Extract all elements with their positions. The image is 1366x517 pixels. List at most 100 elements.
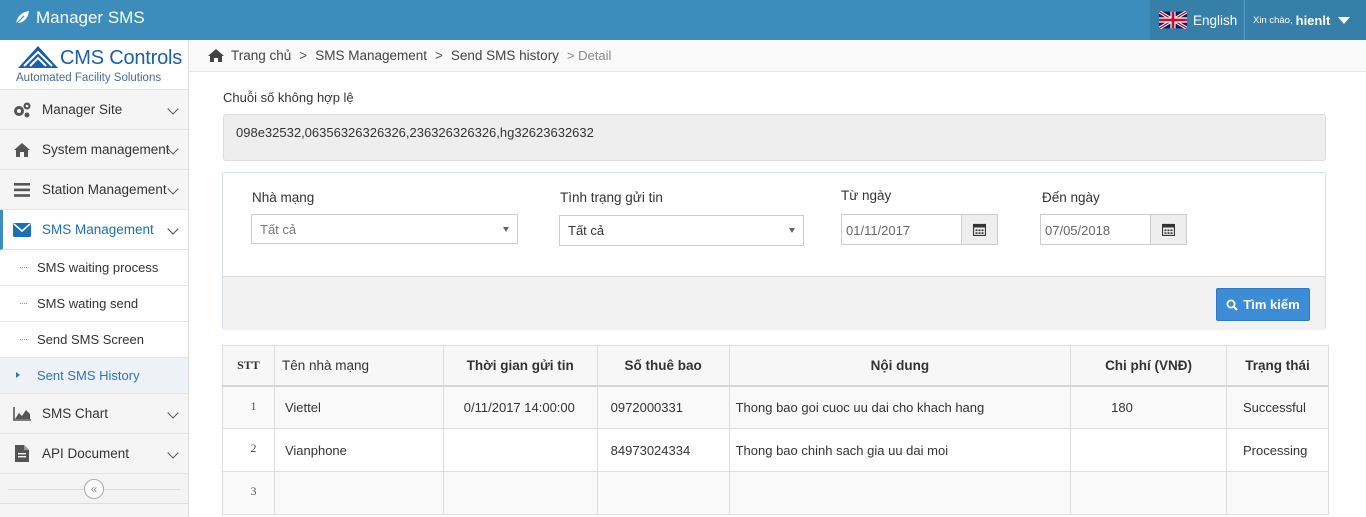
to-date-label: Đến ngày <box>1042 190 1100 205</box>
network-select-value: Tất cả <box>260 222 297 237</box>
sidebar-subitem-sent-sms-history[interactable]: Sent SMS History <box>0 358 188 394</box>
invalid-numbers-value: 098e32532,06356326326326,236326326326,hg… <box>236 125 594 140</box>
breadcrumb-sms-management[interactable]: SMS Management <box>315 48 427 63</box>
company-logo: CMS Controls Automated Facility Solution… <box>0 40 188 90</box>
sidebar-subitem-send-sms-screen[interactable]: Send SMS Screen <box>0 322 188 358</box>
sidebar-item-label: API Document <box>42 446 130 461</box>
filter-panel: Nhà mạng Tất cả Tình trạng gửi tin Tất c… <box>222 172 1326 330</box>
sidebar-item-label: Station Management <box>42 182 167 197</box>
envelope-icon <box>12 221 32 239</box>
invalid-numbers-box: 098e32532,06356326326326,236326326326,hg… <box>223 114 1326 161</box>
sidebar-item-label: SMS Chart <box>42 406 109 421</box>
sidebar-subitem-label: SMS wating send <box>37 296 139 311</box>
sidebar-item-station-management[interactable]: Station Management <box>0 170 188 210</box>
home-icon <box>208 49 224 62</box>
cell-stt: 1 <box>222 385 275 429</box>
sidebar-item-api-document[interactable]: API Document <box>0 434 188 474</box>
double-chevron-left-icon[interactable]: « <box>84 478 104 499</box>
from-date-input[interactable]: 01/11/2017 <box>841 214 998 245</box>
cell-network: Viettel <box>273 385 444 429</box>
logo-name: CMS Controls <box>60 47 183 69</box>
select-arrow-icon <box>789 228 795 233</box>
status-select-value: Tất cả <box>568 223 605 238</box>
breadcrumb-current: > Detail <box>566 48 612 63</box>
sidebar-subitem-sms-waiting-process[interactable]: SMS waiting process <box>0 250 188 286</box>
sidebar-subitem-label: SMS waiting process <box>37 260 159 275</box>
cell-cost: 180 <box>1070 385 1227 429</box>
network-select[interactable]: Tất cả <box>251 214 518 244</box>
sidebar-subitem-label: Send SMS Screen <box>37 332 144 347</box>
search-icon <box>1226 299 1239 311</box>
uk-flag-icon <box>1159 11 1187 29</box>
invalid-numbers-label: Chuỗi số không hợp lệ <box>223 90 354 105</box>
column-header-content[interactable]: Nội dung <box>728 345 1072 387</box>
chevron-down-icon <box>167 223 179 235</box>
cell-cost <box>1070 428 1227 472</box>
cell-stt: 3 <box>222 471 275 515</box>
select-arrow-icon <box>503 227 509 232</box>
table-row[interactable]: 2 Vianphone 84973024334 Thong bao chinh … <box>222 428 1330 472</box>
to-date-value: 07/05/2018 <box>1045 223 1111 238</box>
breadcrumb-separator: > <box>299 48 308 63</box>
chevron-down-icon <box>167 447 179 459</box>
sidebar-item-label: System management <box>42 142 170 157</box>
sidebar-item-label: SMS Management <box>42 222 154 237</box>
column-header-status[interactable]: Trạng thái <box>1225 345 1330 387</box>
sidebar-item-sms-chart[interactable]: SMS Chart <box>0 394 188 434</box>
user-menu[interactable]: Xin chào, hienlt <box>1244 0 1366 40</box>
table-row[interactable]: 1 Viettel 0/11/2017 14:00:00 0972000331 … <box>222 385 1330 429</box>
sidebar-item-label: Manager Site <box>42 102 123 117</box>
cell-stt: 2 <box>222 428 275 472</box>
file-icon <box>12 445 32 463</box>
search-button[interactable]: Tìm kiếm <box>1216 288 1310 321</box>
cell-status: Processing <box>1225 428 1330 472</box>
column-header-phone[interactable]: Số thuê bao <box>596 345 730 387</box>
status-label: Tình trạng gửi tin <box>560 190 663 205</box>
caret-down-icon <box>1338 16 1351 24</box>
area-chart-icon <box>12 405 32 423</box>
cell-content: Thong bao chinh sach gia uu dai moi <box>728 428 1072 472</box>
username: hienlt <box>1295 12 1331 28</box>
cell-network <box>273 471 444 515</box>
sidebar-subitem-sms-wating-send[interactable]: SMS wating send <box>0 286 188 322</box>
greeting-text: Xin chào, <box>1253 14 1293 26</box>
home-icon <box>12 141 32 159</box>
leaf-icon <box>15 11 29 25</box>
table-row[interactable]: 3 <box>222 471 1330 515</box>
table-header-row: STT Tên nhà mạng Thời gian gửi tin Số th… <box>222 345 1330 387</box>
sidebar-item-system-management[interactable]: System management <box>0 130 188 170</box>
sms-history-table: STT Tên nhà mạng Thời gian gửi tin Số th… <box>222 345 1330 515</box>
cell-content: Thong bao goi cuoc uu dai cho khach hang <box>728 385 1072 429</box>
calendar-icon[interactable] <box>1150 215 1186 244</box>
cell-network: Vianphone <box>273 428 444 472</box>
column-header-cost[interactable]: Chi phí (VNĐ) <box>1070 345 1227 387</box>
cell-send-time <box>442 471 598 515</box>
language-switcher[interactable]: English <box>1150 0 1243 40</box>
gears-icon <box>12 101 32 119</box>
network-label: Nhà mạng <box>252 190 315 205</box>
breadcrumb-send-sms-history[interactable]: Send SMS history <box>451 48 559 63</box>
cell-phone <box>596 471 730 515</box>
sidebar-subitem-label: Sent SMS History <box>37 368 140 383</box>
filter-footer: Tìm kiếm <box>223 276 1325 330</box>
app-brand[interactable]: Manager SMS <box>14 8 145 28</box>
chevron-down-icon <box>167 407 179 419</box>
cell-phone: 84973024334 <box>596 428 730 472</box>
sidebar-collapse-row: « <box>0 474 188 504</box>
column-header-send-time[interactable]: Thời gian gửi tin <box>442 345 598 387</box>
from-date-label: Từ ngày <box>841 188 892 203</box>
sidebar-item-sms-management[interactable]: SMS Management <box>0 210 188 250</box>
breadcrumb-home[interactable]: Trang chủ <box>207 48 291 63</box>
column-header-network[interactable]: Tên nhà mạng <box>273 345 444 387</box>
column-header-stt[interactable]: STT <box>222 345 275 387</box>
app-title: Manager SMS <box>36 8 145 27</box>
chevron-down-icon <box>167 183 179 195</box>
to-date-input[interactable]: 07/05/2018 <box>1040 214 1187 245</box>
cell-status <box>1225 471 1330 515</box>
cell-status: Successful <box>1225 385 1330 429</box>
status-select[interactable]: Tất cả <box>559 215 804 246</box>
sidebar: CMS Controls Automated Facility Solution… <box>0 40 189 517</box>
calendar-icon[interactable] <box>961 215 997 244</box>
breadcrumb-home-label: Trang chủ <box>231 48 292 63</box>
sidebar-item-manager-site[interactable]: Manager Site <box>0 90 188 130</box>
